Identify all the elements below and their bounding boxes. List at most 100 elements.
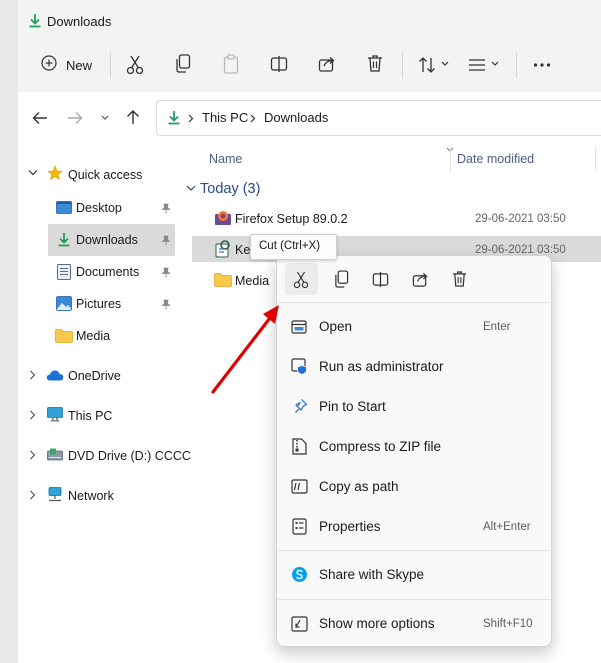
- sidebar-item-label: Documents: [76, 265, 140, 279]
- sidebar-item-label: Downloads: [76, 233, 138, 247]
- menu-separator: [278, 599, 550, 600]
- menu-item-pin-to-start[interactable]: Pin to Start: [281, 390, 547, 424]
- rename-icon[interactable]: [270, 55, 288, 73]
- dvd-drive-icon: [47, 448, 63, 461]
- share-icon[interactable]: [412, 271, 429, 288]
- menu-item-share-with-skype[interactable]: Share with Skype: [281, 558, 547, 592]
- menu-item-label: Share with Skype: [319, 567, 425, 582]
- sidebar-item-desktop[interactable]: Desktop: [48, 192, 175, 224]
- expand-chevron-right-icon[interactable]: [29, 450, 36, 460]
- network-icon: [48, 487, 62, 502]
- menu-item-copy-as-path[interactable]: Copy as path: [281, 470, 547, 504]
- sidebar-item-label: Network: [68, 489, 114, 503]
- keepass-installer-icon: [215, 240, 230, 258]
- menu-separator: [278, 302, 550, 303]
- menu-item-properties[interactable]: Properties Alt+Enter: [281, 510, 547, 544]
- window-title: Downloads: [47, 14, 112, 29]
- cut-icon[interactable]: [126, 55, 144, 75]
- group-label: Today (3): [200, 181, 261, 197]
- menu-item-compress-to-zip[interactable]: Compress to ZIP file: [281, 430, 547, 464]
- view-button[interactable]: [466, 52, 504, 78]
- open-icon: [291, 320, 307, 334]
- sidebar-item-label: Media: [76, 329, 111, 343]
- menu-item-label: Show more options: [319, 616, 435, 631]
- group-header-today[interactable]: Today (3): [178, 177, 601, 201]
- context-menu-quick-actions: [277, 256, 551, 302]
- pictures-icon: [56, 296, 72, 311]
- menu-item-run-as-administrator[interactable]: Run as administrator: [281, 350, 547, 384]
- title-bar: Downloads: [18, 0, 601, 38]
- toolbar-separator: [516, 52, 517, 78]
- new-button[interactable]: New: [40, 52, 100, 78]
- file-row-firefox-setup[interactable]: Firefox Setup 89.0.2 29-06-2021 03:50: [192, 204, 601, 232]
- collapse-chevron-icon: [186, 185, 196, 191]
- rename-icon[interactable]: [372, 271, 389, 288]
- pin-icon: [161, 299, 171, 310]
- sidebar-item-onedrive[interactable]: OneDrive: [18, 360, 178, 390]
- column-header-date-modified[interactable]: Date modified: [457, 152, 534, 166]
- recent-locations-chevron-icon[interactable]: [101, 115, 109, 121]
- forward-arrow-icon[interactable]: [67, 111, 83, 125]
- menu-item-shortcut: Enter: [483, 321, 511, 333]
- sidebar-item-media[interactable]: Media: [48, 320, 175, 352]
- back-arrow-icon[interactable]: [32, 111, 48, 125]
- tooltip-text: Cut (Ctrl+X): [259, 240, 321, 252]
- pin-icon: [161, 203, 171, 214]
- copy-icon[interactable]: [175, 54, 191, 74]
- properties-icon: [292, 518, 307, 535]
- sidebar-item-quick-access[interactable]: Quick access: [18, 160, 178, 188]
- delete-icon[interactable]: [452, 270, 467, 288]
- menu-item-label: Pin to Start: [319, 399, 386, 414]
- menu-item-open[interactable]: Open Enter: [281, 310, 547, 344]
- sidebar-item-label: Desktop: [76, 201, 122, 215]
- menu-item-label: Run as administrator: [319, 359, 444, 374]
- skype-icon: [292, 567, 307, 582]
- new-button-label: New: [66, 58, 93, 73]
- folder-icon: [214, 273, 232, 287]
- file-name: Media: [235, 274, 270, 288]
- sidebar-item-network[interactable]: Network: [18, 480, 178, 510]
- copy-icon[interactable]: [334, 270, 349, 289]
- breadcrumb-downloads[interactable]: Downloads: [264, 110, 328, 125]
- more-options-icon[interactable]: [533, 62, 551, 68]
- share-icon[interactable]: [318, 55, 336, 73]
- menu-item-label: Compress to ZIP file: [319, 439, 442, 454]
- sidebar-item-label: DVD Drive (D:) CCCC: [68, 449, 191, 463]
- menu-item-shortcut: Alt+Enter: [483, 521, 531, 533]
- breadcrumb-chevron-icon: [188, 114, 194, 123]
- expand-chevron-down-icon[interactable]: [28, 169, 38, 177]
- menu-item-shortcut: Shift+F10: [483, 618, 533, 630]
- expand-chevron-right-icon[interactable]: [29, 370, 36, 380]
- breadcrumb-this-pc[interactable]: This PC: [202, 110, 248, 125]
- expand-chevron-right-icon[interactable]: [29, 410, 36, 420]
- paste-icon[interactable]: [223, 54, 239, 74]
- column-separator[interactable]: [595, 146, 596, 172]
- computer-icon: [47, 407, 63, 422]
- pin-icon: [161, 235, 171, 246]
- up-arrow-icon[interactable]: [126, 109, 140, 125]
- column-header-name[interactable]: Name: [209, 152, 242, 166]
- menu-item-label: Copy as path: [319, 479, 399, 494]
- chevron-down-icon: [491, 61, 499, 66]
- cut-icon[interactable]: [293, 271, 309, 289]
- plus-icon: [41, 55, 57, 71]
- sidebar-item-label: OneDrive: [68, 369, 121, 383]
- menu-item-show-more-options[interactable]: Show more options Shift+F10: [281, 607, 547, 641]
- copy-path-icon: [291, 479, 308, 494]
- sort-button[interactable]: [416, 52, 454, 78]
- sidebar: Quick access Desktop Downloads Documents…: [18, 144, 191, 663]
- toolbar-separator: [402, 52, 403, 78]
- address-bar[interactable]: This PC Downloads: [156, 100, 601, 136]
- star-icon: [47, 165, 63, 181]
- sidebar-item-pictures[interactable]: Pictures: [48, 288, 175, 320]
- sidebar-item-this-pc[interactable]: This PC: [18, 400, 178, 430]
- menu-item-label: Open: [319, 319, 353, 334]
- sidebar-item-documents[interactable]: Documents: [48, 256, 175, 288]
- admin-shield-icon: [291, 358, 307, 375]
- sidebar-item-dvd-drive[interactable]: DVD Drive (D:) CCCC: [18, 440, 191, 470]
- delete-icon[interactable]: [367, 54, 383, 73]
- expand-chevron-right-icon[interactable]: [29, 490, 36, 500]
- column-separator[interactable]: [450, 146, 451, 172]
- sidebar-item-label: Pictures: [76, 297, 122, 311]
- sidebar-item-downloads[interactable]: Downloads: [48, 224, 175, 256]
